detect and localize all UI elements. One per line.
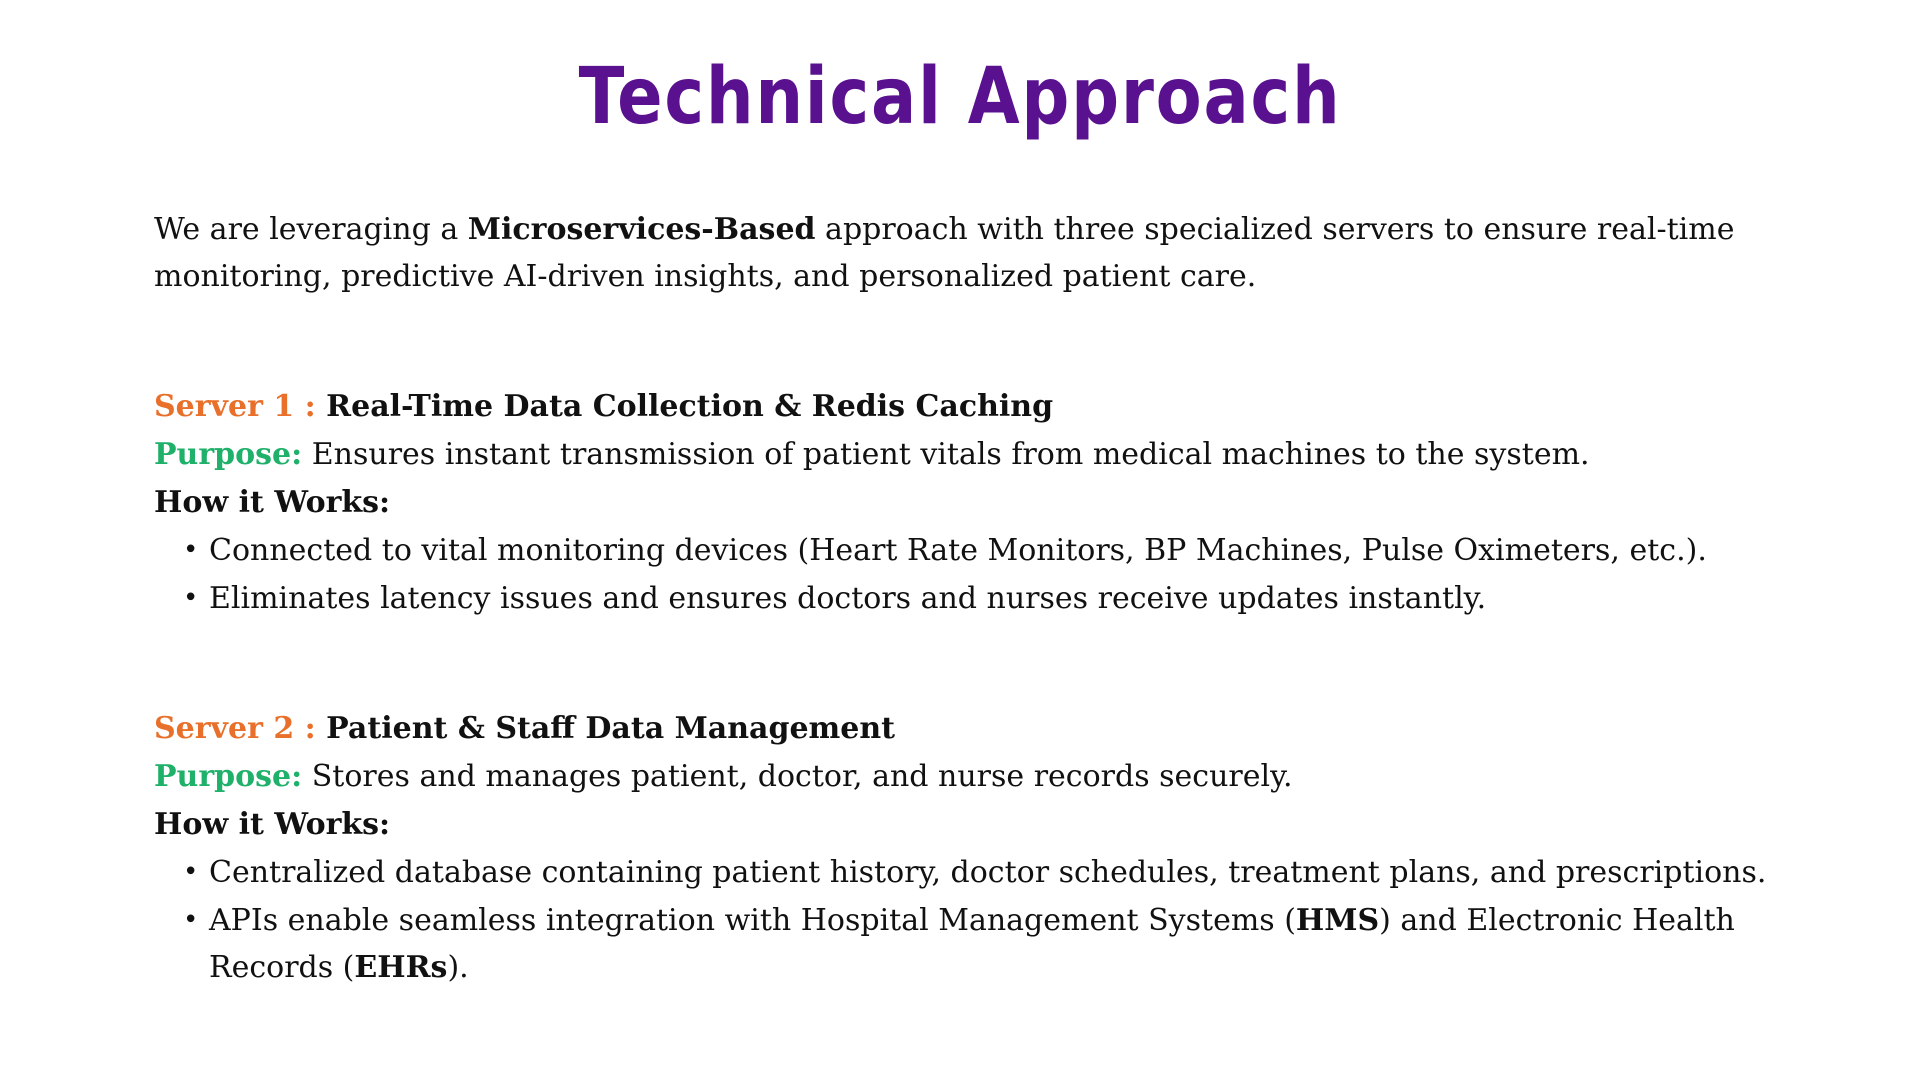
server-1-bullet-list: • Connected to vital monitoring devices (… bbox=[154, 527, 1794, 622]
server-1-heading: Server 1 : Real-Time Data Collection & R… bbox=[154, 383, 1794, 430]
server-2-label: Server 2 : bbox=[154, 711, 327, 746]
bullet-icon: • bbox=[183, 857, 199, 887]
server-1-how-label: How it Works: bbox=[154, 485, 391, 520]
list-item-text: Connected to vital monitoring devices (H… bbox=[209, 533, 1707, 568]
document-body: We are leveraging a Microservices-Based … bbox=[154, 206, 1794, 1074]
server-2-bullet-list: • Centralized database containing patient… bbox=[154, 849, 1794, 991]
server-1-title: Real-Time Data Collection & Redis Cachin… bbox=[326, 389, 1054, 424]
server-1-label: Server 1 : bbox=[154, 389, 327, 424]
ehrs-abbreviation: EHRs bbox=[354, 950, 448, 985]
server-1-purpose-label: Purpose: bbox=[154, 437, 303, 472]
text-segment: APIs enable seamless integration with Ho… bbox=[209, 903, 1296, 938]
page-title: Technical Approach bbox=[578, 52, 1342, 142]
intro-text-before: We are leveraging a bbox=[154, 212, 468, 247]
bullet-icon: • bbox=[183, 535, 199, 565]
server-2-how-label: How it Works: bbox=[154, 807, 391, 842]
list-item: • Eliminates latency issues and ensures d… bbox=[183, 575, 1794, 622]
hms-abbreviation: HMS bbox=[1295, 903, 1380, 938]
list-item-text: Centralized database containing patient … bbox=[209, 855, 1767, 890]
list-item-text: APIs enable seamless integration with Ho… bbox=[209, 903, 1735, 985]
server-2-heading: Server 2 : Patient & Staff Data Manageme… bbox=[154, 705, 1794, 752]
text-segment: ). bbox=[447, 950, 469, 985]
server-1-purpose: Purpose: Ensures instant transmission of… bbox=[154, 431, 1794, 478]
intro-text-bold: Microservices-Based bbox=[467, 212, 816, 247]
bullet-icon: • bbox=[183, 905, 199, 935]
server-2-purpose: Purpose: Stores and manages patient, doc… bbox=[154, 753, 1794, 800]
server-2-purpose-text: Stores and manages patient, doctor, and … bbox=[302, 759, 1293, 794]
server-2-title: Patient & Staff Data Management bbox=[326, 711, 896, 746]
server-1-purpose-text: Ensures instant transmission of patient … bbox=[302, 437, 1590, 472]
server-2-section: Server 2 : Patient & Staff Data Manageme… bbox=[154, 705, 1794, 991]
list-item-text: Eliminates latency issues and ensures do… bbox=[209, 581, 1487, 616]
list-item: • APIs enable seamless integration with H… bbox=[183, 897, 1794, 991]
bullet-icon: • bbox=[183, 583, 199, 613]
server-1-section: Server 1 : Real-Time Data Collection & R… bbox=[154, 383, 1794, 622]
server-2-purpose-label: Purpose: bbox=[154, 759, 303, 794]
list-item: • Connected to vital monitoring devices (… bbox=[183, 527, 1794, 574]
list-item: • Centralized database containing patient… bbox=[183, 849, 1794, 896]
intro-paragraph: We are leveraging a Microservices-Based … bbox=[154, 206, 1794, 300]
